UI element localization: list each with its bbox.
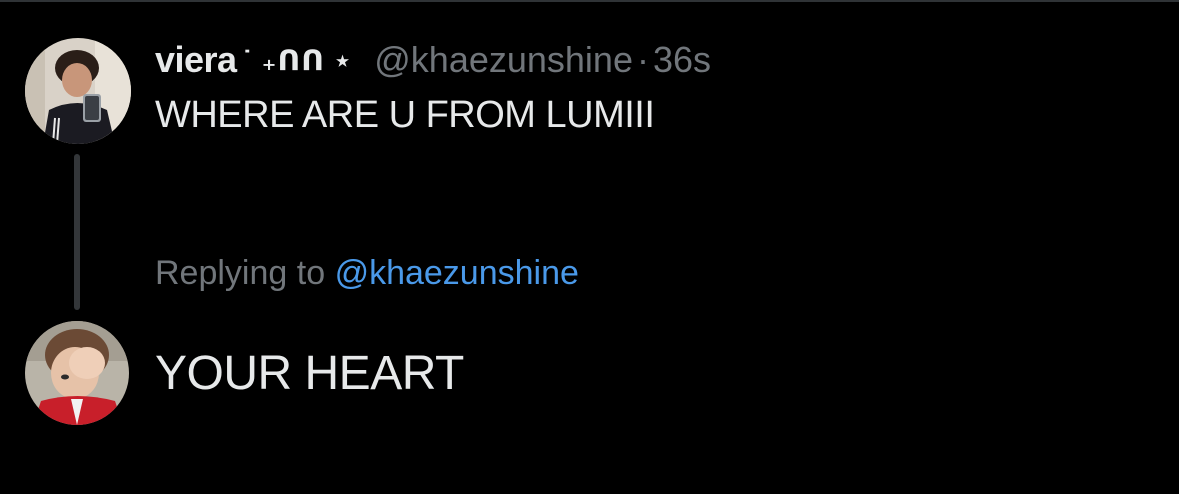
replying-to-line: Replying to @khaezunshine [155,254,579,293]
top-divider [0,0,1179,2]
author-handle[interactable]: @khaezunshine [374,39,633,81]
author-display-name[interactable]: viera [155,39,237,81]
author-name-decoration: ˙ ₊ᑎᑎ ⋆ [242,44,353,76]
replying-to-mention-link[interactable]: @khaezunshine [335,254,579,292]
reply-author-avatar[interactable] [25,321,129,425]
reply-tweet-text: YOUR HEART [155,347,464,400]
replying-to-prefix: Replying to [155,254,326,292]
meta-separator: · [636,39,649,80]
thread-connector-line [74,154,80,310]
avatar-mirror-selfie-image [25,38,131,144]
tweet-timestamp[interactable]: 36s [653,39,711,81]
original-tweet-text: WHERE ARE U FROM LUMIII [155,94,655,136]
tweet-header: viera ˙ ₊ᑎᑎ ⋆ @khaezunshine · 36s [155,38,711,82]
original-author-avatar[interactable] [25,38,131,144]
avatar-hand-over-face-image [25,321,129,425]
